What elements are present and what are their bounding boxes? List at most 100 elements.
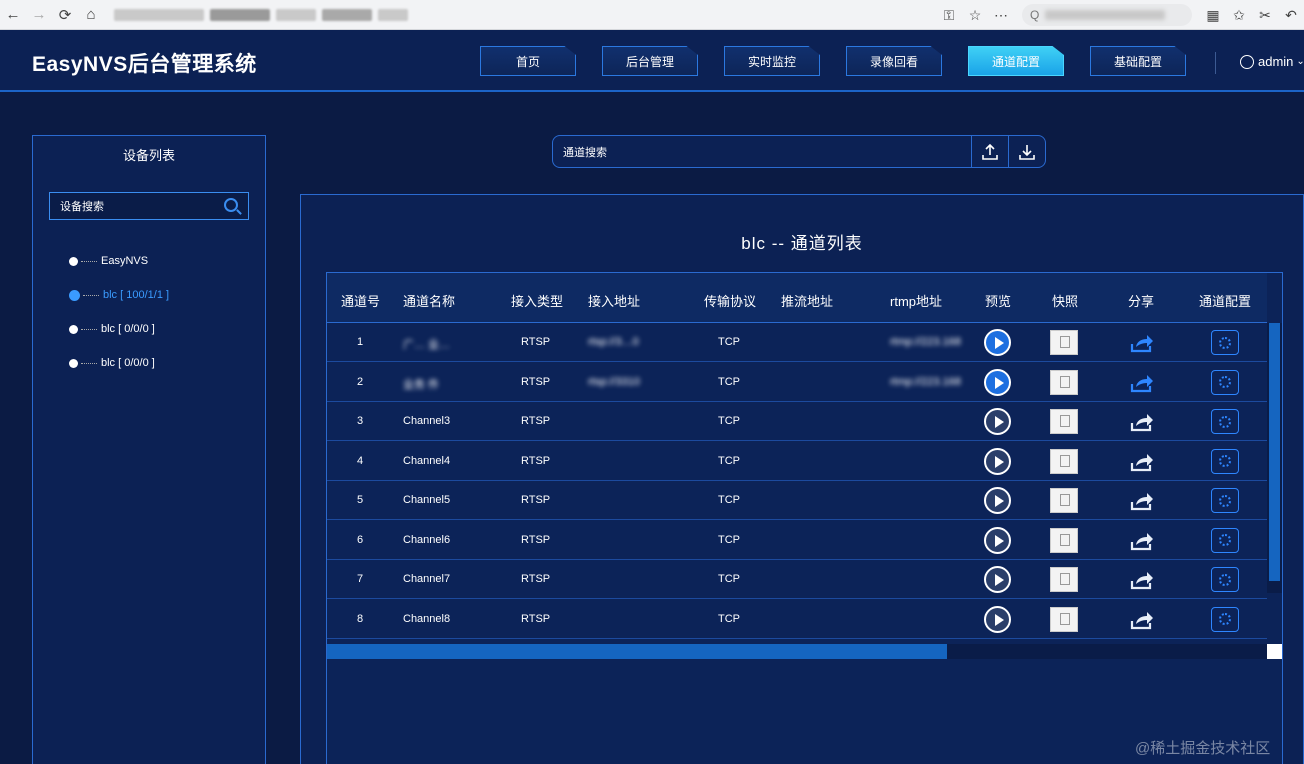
- channel-name: 业务 件: [403, 378, 440, 391]
- channel-number: 6: [357, 533, 364, 546]
- play-icon[interactable]: [984, 329, 1011, 356]
- star-icon[interactable]: ☆: [962, 7, 988, 24]
- url-blurred: [378, 9, 408, 21]
- snapshot-thumbnail[interactable]: [1050, 330, 1078, 355]
- play-icon[interactable]: [984, 566, 1011, 593]
- nav-home[interactable]: 首页: [480, 46, 576, 76]
- chevron-down-icon: ⌄: [1296, 56, 1304, 67]
- app-title: EasyNVS后台管理系统: [32, 53, 257, 76]
- channel-config-button[interactable]: [1211, 409, 1239, 434]
- device-search-input[interactable]: 设备搜索: [49, 192, 249, 220]
- nav-live[interactable]: 实时监控: [724, 46, 820, 76]
- address-bar[interactable]: [114, 4, 1004, 26]
- snapshot-thumbnail[interactable]: [1050, 527, 1078, 553]
- access-address: rtsp://3310: [588, 375, 640, 388]
- table-row: 1 广… 业… RTSP rtsp://3…0 TCP rtmp://223.1…: [327, 323, 1267, 362]
- apps-icon[interactable]: ▦: [1200, 7, 1226, 24]
- device-search-placeholder: 设备搜索: [60, 201, 104, 213]
- tree-connector: [81, 260, 97, 262]
- table-row: 4 Channel4 RTSP TCP: [327, 442, 1267, 481]
- share-icon[interactable]: [1129, 372, 1155, 394]
- channel-config-button[interactable]: [1211, 448, 1239, 474]
- main-nav: 首页 后台管理 实时监控 录像回看 通道配置 基础配置: [480, 46, 1212, 76]
- channel-config-button[interactable]: [1211, 330, 1239, 355]
- column-header: 接入地址: [588, 294, 641, 309]
- snapshot-thumbnail[interactable]: [1050, 567, 1078, 592]
- home-icon[interactable]: ⌂: [78, 0, 104, 30]
- share-icon[interactable]: [1129, 530, 1155, 552]
- channel-config-button[interactable]: [1211, 527, 1239, 553]
- access-type: RTSP: [521, 454, 551, 467]
- column-header: rtmp地址: [890, 294, 943, 309]
- vertical-scrollbar[interactable]: [1267, 323, 1282, 593]
- table-row: 5 Channel5 RTSP TCP: [327, 481, 1267, 520]
- browser-search[interactable]: Q: [1022, 4, 1192, 26]
- snapshot-thumbnail[interactable]: [1050, 409, 1078, 434]
- user-icon: [1240, 54, 1254, 69]
- scrollbar-thumb[interactable]: [327, 644, 947, 659]
- channel-name: Channel3: [403, 415, 451, 427]
- url-blurred: [114, 9, 204, 21]
- share-icon[interactable]: [1129, 490, 1155, 512]
- snapshot-thumbnail[interactable]: [1050, 606, 1078, 632]
- horizontal-scrollbar[interactable]: [327, 644, 1267, 659]
- reload-icon[interactable]: ⟳: [52, 0, 78, 30]
- channel-number: 7: [357, 573, 364, 585]
- key-icon[interactable]: ⚿: [936, 7, 962, 24]
- channel-list-title: blc -- 通道列表: [741, 234, 863, 253]
- nav-admin[interactable]: 后台管理: [602, 46, 698, 76]
- snapshot-thumbnail[interactable]: [1050, 488, 1078, 513]
- transport-protocol: TCP: [718, 612, 740, 625]
- device-panel-title: 设备列表: [122, 148, 175, 163]
- device-panel: 设备列表 设备搜索 EasyNVS blc [ 100/1/1 ] blc [ …: [32, 135, 266, 764]
- channel-config-button[interactable]: [1211, 488, 1239, 513]
- header-divider: [1215, 52, 1216, 74]
- forward-icon[interactable]: →: [26, 0, 52, 30]
- upload-button[interactable]: [971, 135, 1008, 168]
- nav-basic-config[interactable]: 基础配置: [1090, 46, 1186, 76]
- tree-item-device[interactable]: blc [ 0/0/0 ]: [69, 346, 169, 380]
- channel-search-placeholder: 通道搜索: [563, 146, 607, 159]
- scrollbar-thumb[interactable]: [1269, 323, 1280, 581]
- play-icon[interactable]: [984, 368, 1011, 396]
- channel-name: Channel6: [403, 533, 451, 546]
- favorites-icon[interactable]: ✩: [1226, 7, 1252, 24]
- tree-node-icon: [69, 324, 78, 334]
- nav-channel-config[interactable]: 通道配置: [968, 46, 1064, 76]
- tree-item-root[interactable]: EasyNVS: [69, 244, 169, 278]
- tree-item-device[interactable]: blc [ 0/0/0 ]: [69, 312, 169, 346]
- more-icon[interactable]: ⋯: [988, 7, 1014, 24]
- tree-item-label: blc [ 100/1/1 ]: [103, 289, 170, 301]
- channel-search-input[interactable]: 通道搜索: [552, 135, 1046, 168]
- play-icon[interactable]: [984, 526, 1011, 554]
- share-icon[interactable]: [1129, 332, 1155, 354]
- share-icon[interactable]: [1129, 411, 1155, 433]
- search-icon[interactable]: [224, 198, 238, 212]
- table-row: 8 Channel8 RTSP TCP: [327, 600, 1267, 639]
- access-address: rtsp://3…0: [588, 336, 639, 348]
- scissors-icon[interactable]: ✂: [1252, 7, 1278, 24]
- rtmp-address: rtmp://223.168: [890, 375, 961, 388]
- play-icon[interactable]: [984, 605, 1011, 633]
- undo-icon[interactable]: ↶: [1278, 7, 1304, 24]
- back-icon[interactable]: ←: [0, 0, 26, 30]
- device-tree: EasyNVS blc [ 100/1/1 ] blc [ 0/0/0 ] bl…: [69, 244, 169, 380]
- snapshot-thumbnail[interactable]: [1050, 369, 1078, 395]
- share-icon[interactable]: [1129, 569, 1155, 591]
- transport-protocol: TCP: [718, 573, 740, 585]
- tree-item-device[interactable]: blc [ 100/1/1 ]: [69, 278, 169, 312]
- channel-config-button[interactable]: [1211, 567, 1239, 592]
- nav-playback[interactable]: 录像回看: [846, 46, 942, 76]
- snapshot-thumbnail[interactable]: [1050, 448, 1078, 474]
- play-icon[interactable]: [984, 447, 1011, 475]
- channel-config-button[interactable]: [1211, 606, 1239, 632]
- share-icon[interactable]: [1129, 609, 1155, 631]
- gear-icon: [1219, 336, 1231, 349]
- play-icon[interactable]: [984, 487, 1011, 514]
- gear-icon: [1219, 494, 1231, 507]
- share-icon[interactable]: [1129, 451, 1155, 473]
- download-button[interactable]: [1008, 135, 1045, 168]
- user-menu[interactable]: admin ⌄: [1240, 54, 1304, 69]
- channel-config-button[interactable]: [1211, 369, 1239, 395]
- play-icon[interactable]: [984, 408, 1011, 435]
